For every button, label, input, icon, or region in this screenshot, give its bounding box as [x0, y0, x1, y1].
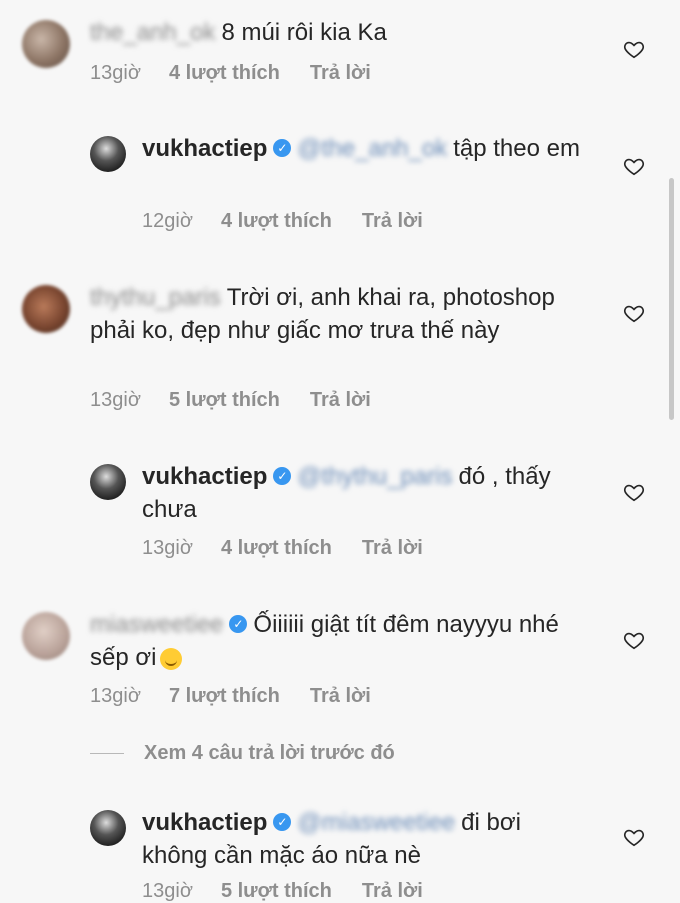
avatar[interactable] — [90, 464, 126, 500]
likes-count[interactable]: 4 lượt thích — [221, 537, 332, 560]
timestamp: 13giờ — [90, 685, 141, 707]
verified-badge-icon: ✓ — [273, 139, 292, 158]
view-previous-label: Xem 4 câu trả lời trước đó — [144, 742, 395, 764]
verified-badge-icon: ✓ — [229, 615, 248, 634]
username[interactable]: vukhactiep — [142, 809, 267, 836]
username[interactable]: thythu_paris — [90, 281, 221, 314]
username[interactable]: the_anh_ok — [90, 16, 215, 49]
reply-button[interactable]: Trả lời — [362, 537, 423, 560]
likes-count[interactable]: 7 lượt thích — [169, 685, 280, 708]
mention[interactable]: @the_anh_ok — [297, 132, 447, 165]
avatar[interactable] — [90, 136, 126, 172]
likes-count[interactable]: 5 lượt thích — [221, 880, 332, 903]
heart-icon[interactable] — [623, 629, 645, 651]
mention[interactable]: @miasweetiee — [297, 806, 455, 839]
heart-icon[interactable] — [623, 38, 645, 60]
reply-button[interactable]: Trả lời — [362, 880, 423, 903]
timestamp: 13giờ — [142, 537, 193, 559]
scrollbar[interactable] — [669, 178, 674, 420]
timestamp: 13giờ — [142, 880, 193, 902]
reply-button[interactable]: Trả lời — [310, 685, 371, 708]
username[interactable]: vukhactiep — [142, 135, 267, 162]
timestamp: 13giờ — [90, 389, 141, 411]
timestamp: 13giờ — [90, 62, 141, 84]
verified-badge-icon: ✓ — [273, 813, 292, 832]
likes-count[interactable]: 4 lượt thích — [169, 62, 280, 85]
likes-count[interactable]: 5 lượt thích — [169, 389, 280, 412]
likes-count[interactable]: 4 lượt thích — [221, 210, 332, 233]
comment-text: tập theo em — [453, 135, 580, 162]
drooling-face-emoji — [160, 647, 183, 670]
avatar[interactable] — [22, 285, 70, 333]
username[interactable]: miasweetiee — [90, 608, 223, 641]
avatar[interactable] — [22, 20, 70, 68]
reply-button[interactable]: Trả lời — [310, 389, 371, 412]
username[interactable]: vukhactiep — [142, 463, 267, 490]
reply-button[interactable]: Trả lời — [362, 210, 423, 233]
avatar[interactable] — [22, 612, 70, 660]
view-previous-replies[interactable]: Xem 4 câu trả lời trước đó — [90, 742, 395, 765]
verified-badge-icon: ✓ — [273, 467, 292, 486]
heart-icon[interactable] — [623, 302, 645, 324]
reply-button[interactable]: Trả lời — [310, 62, 371, 85]
timestamp: 12giờ — [142, 210, 193, 232]
heart-icon[interactable] — [623, 826, 645, 848]
comment-text: 8 múi rôi kia Ka — [221, 19, 387, 46]
divider — [90, 753, 124, 755]
heart-icon[interactable] — [623, 155, 645, 177]
avatar[interactable] — [90, 810, 126, 846]
mention[interactable]: @thythu_paris — [297, 460, 452, 493]
heart-icon[interactable] — [623, 481, 645, 503]
